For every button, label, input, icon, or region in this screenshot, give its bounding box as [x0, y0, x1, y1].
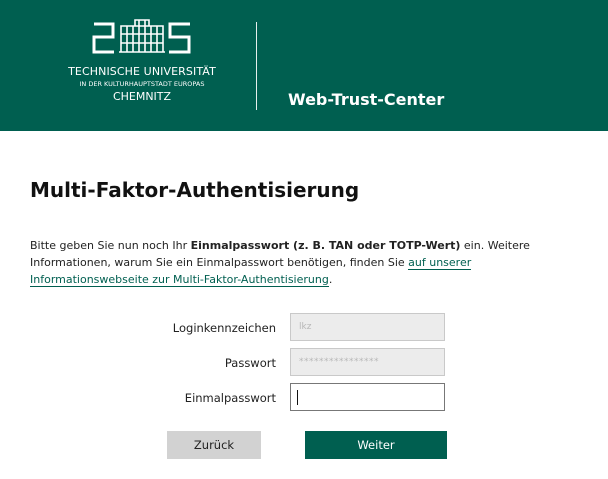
header-banner: TECHNISCHE UNIVERSITÄT IN DER KULTURHAUP…: [0, 0, 608, 131]
password-field[interactable]: ****************: [290, 348, 445, 376]
university-logo[interactable]: TECHNISCHE UNIVERSITÄT IN DER KULTURHAUP…: [60, 18, 224, 118]
logo-line-chemnitz: CHEMNITZ: [112, 90, 172, 103]
next-button[interactable]: Weiter: [305, 431, 447, 459]
password-label: Passwort: [224, 356, 276, 370]
back-button[interactable]: Zurück: [167, 431, 261, 459]
intro-text-bold: Einmalpasswort (z. B. TAN oder TOTP-Wert…: [190, 239, 461, 252]
header-divider: [256, 22, 257, 110]
intro-text-part1: Bitte geben Sie nun noch Ihr: [30, 239, 191, 252]
login-field[interactable]: lkz: [290, 313, 445, 341]
site-title: Web-Trust-Center: [288, 90, 445, 109]
otp-input[interactable]: [290, 383, 445, 411]
intro-text-part3: .: [328, 273, 333, 286]
login-label: Loginkennzeichen: [172, 321, 276, 335]
logo-line-kulturhauptstadt: IN DER KULTURHAUPTSTADT EUROPAS: [79, 80, 205, 88]
intro-text: Bitte geben Sie nun noch Ihr Einmalpassw…: [30, 237, 590, 288]
tu-chemnitz-logo-icon: [92, 19, 191, 54]
page-title: Multi-Faktor-Authentisierung: [30, 178, 360, 202]
otp-label: Einmalpasswort: [184, 391, 276, 405]
text-caret: [297, 390, 298, 405]
logo-line-university: TECHNISCHE UNIVERSITÄT: [68, 65, 216, 78]
